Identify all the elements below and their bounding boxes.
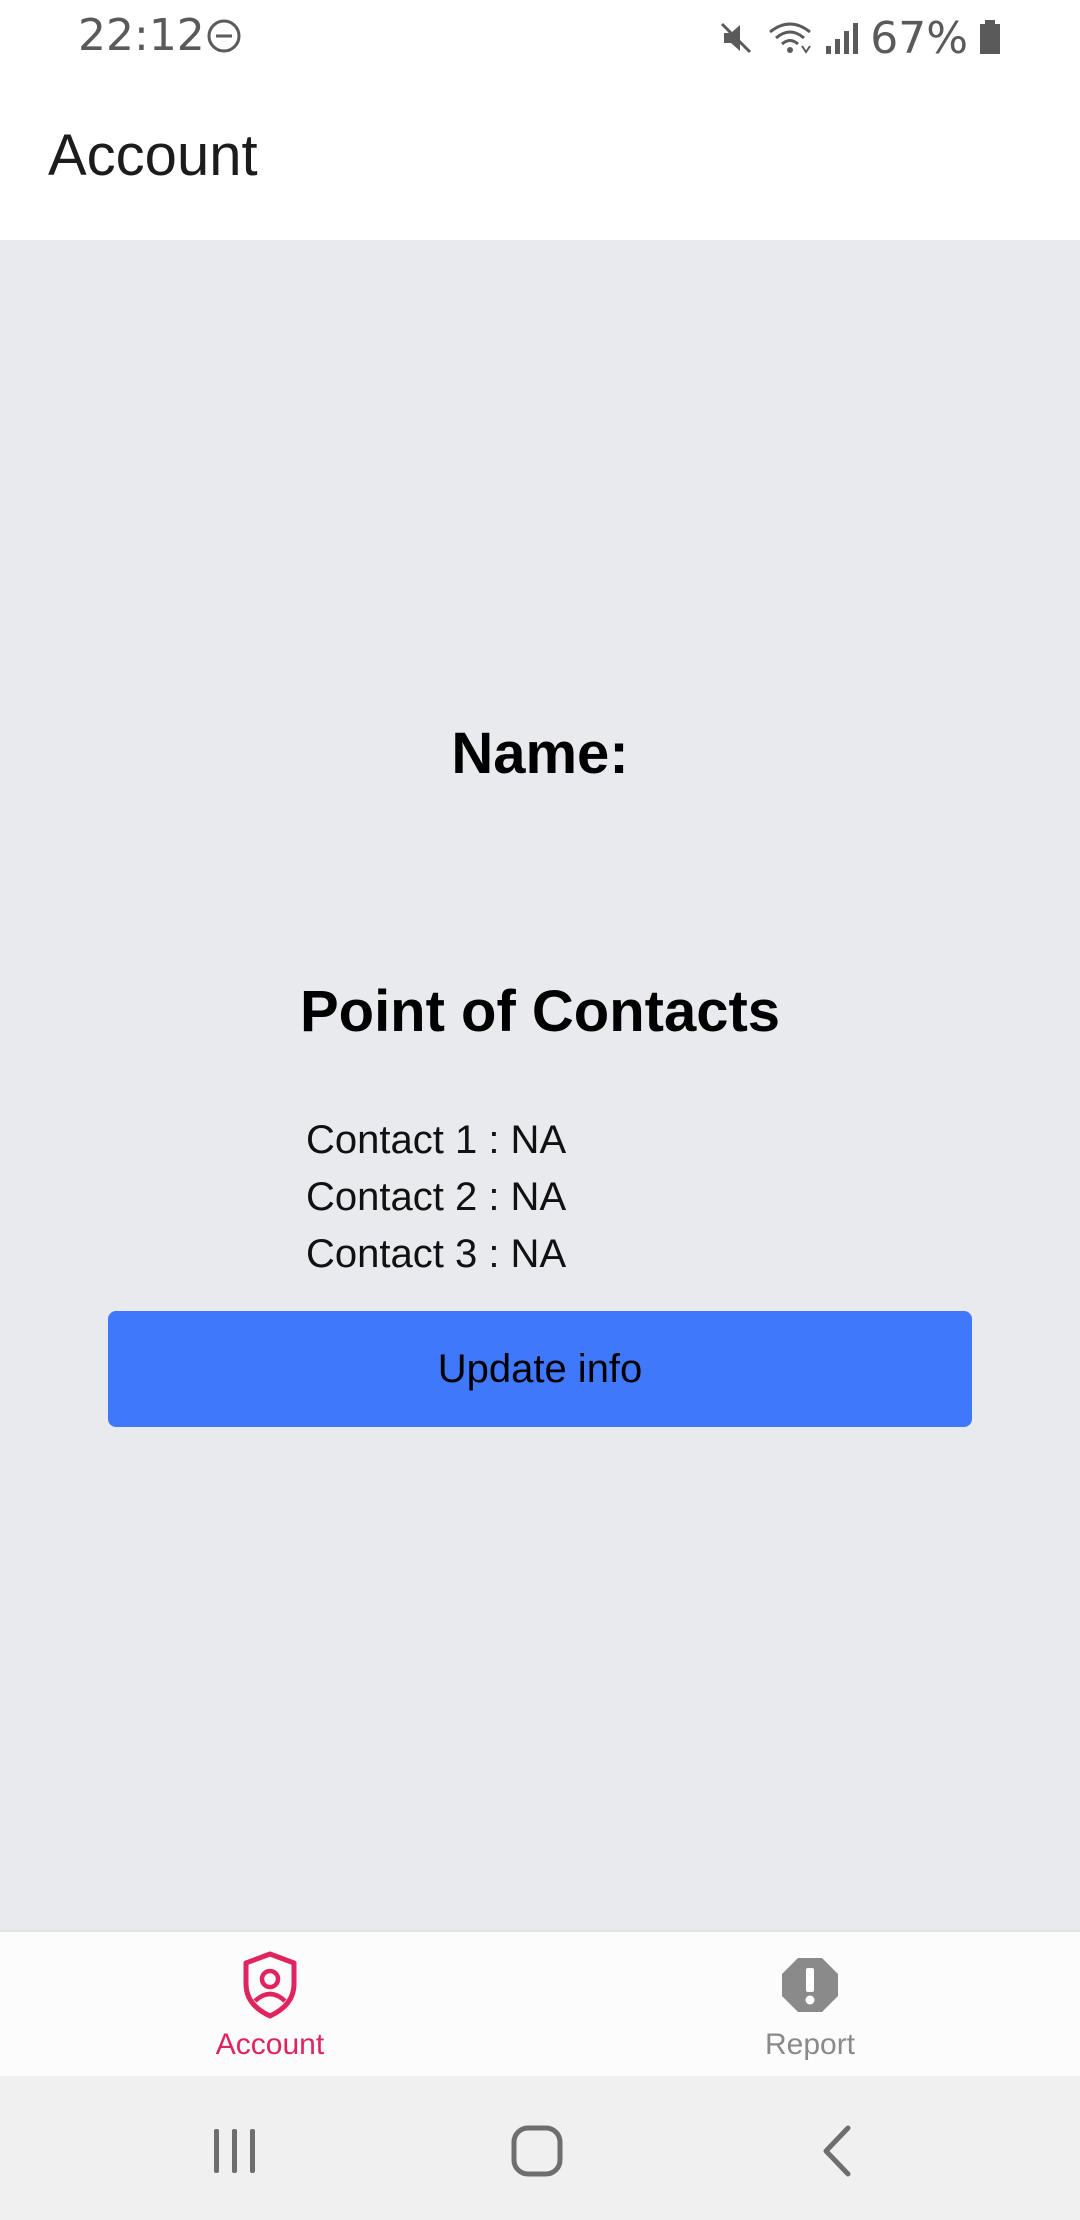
account-content: Name: Point of Contacts Contact 1 : NA C…: [0, 240, 1080, 1930]
point-of-contacts-heading: Point of Contacts: [299, 979, 781, 1044]
mute-icon: [721, 22, 752, 54]
back-icon[interactable]: [804, 2116, 874, 2186]
contact-list: Contact 1 : NA Contact 2 : NA Contact 3 …: [306, 1112, 566, 1283]
status-bar: 22:12 67%: [0, 0, 1080, 76]
battery-percent: 67%: [870, 12, 968, 64]
status-icons: 67%: [716, 10, 1002, 66]
contact-3: Contact 3 : NA: [306, 1232, 567, 1276]
name-label: Name:: [451, 721, 629, 786]
account-shield-icon: [243, 1951, 297, 2019]
contact-2: Contact 2 : NA: [306, 1175, 567, 1219]
bottom-tab-bar: Account Report: [0, 1930, 1080, 2076]
wifi-icon: [769, 22, 812, 54]
report-alert-icon: [782, 1958, 838, 2012]
home-icon[interactable]: [502, 2116, 572, 2186]
system-nav-bar: [0, 2076, 1080, 2220]
contact-1: Contact 1 : NA: [306, 1118, 567, 1162]
page-title: Account: [48, 123, 258, 188]
update-info-button[interactable]: Update info: [108, 1311, 972, 1427]
recents-icon[interactable]: [200, 2116, 270, 2186]
do-not-disturb-icon: [207, 19, 241, 53]
tab-report[interactable]: Report: [540, 1932, 1080, 2076]
tab-account-label: Account: [215, 2028, 325, 2061]
tab-report-label: Report: [764, 2028, 856, 2061]
tab-account[interactable]: Account: [0, 1932, 540, 2076]
app-bar: Account: [0, 76, 1080, 240]
battery-icon: [980, 20, 1000, 54]
status-time: 22:12: [78, 10, 205, 61]
signal-icon: [826, 23, 859, 54]
